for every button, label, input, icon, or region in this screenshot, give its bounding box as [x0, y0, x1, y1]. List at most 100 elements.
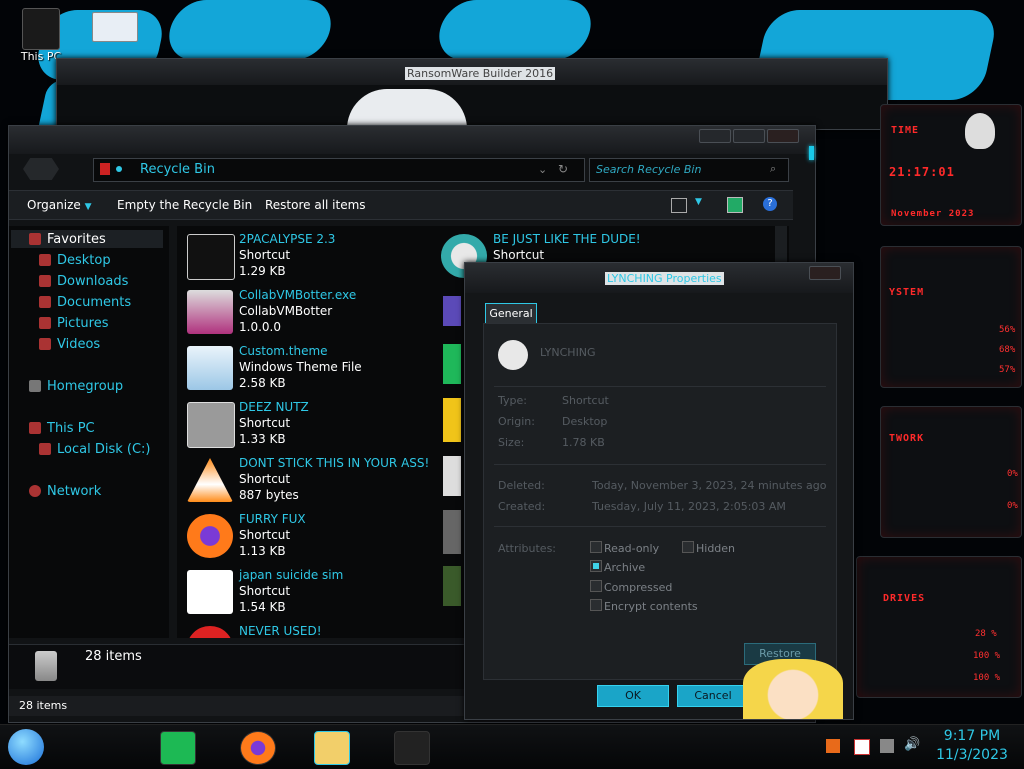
- start-button[interactable]: [8, 729, 44, 765]
- taskbar-explorer-icon[interactable]: [314, 731, 350, 765]
- window-titlebar[interactable]: RansomWare Builder 2016: [57, 59, 887, 85]
- item-type: CollabVMBotter: [239, 304, 333, 318]
- nav-desktop[interactable]: Desktop: [39, 253, 111, 268]
- desktop-icon-this-pc[interactable]: This PC: [6, 8, 76, 63]
- chevron-down-icon[interactable]: ▼: [695, 197, 702, 207]
- refresh-icon[interactable]: ↻: [558, 162, 568, 176]
- address-bar[interactable]: Recycle Bin ⌄ ↻: [93, 158, 585, 182]
- item-name: Custom.theme: [239, 344, 328, 358]
- theme-icon: [187, 346, 233, 390]
- breadcrumb-dot-icon: [116, 166, 122, 172]
- ok-button[interactable]: OK: [597, 685, 669, 707]
- search-icon[interactable]: ⌕: [770, 162, 776, 176]
- list-item[interactable]: CollabVMBotter.exe CollabVMBotter 1.0.0.…: [187, 286, 437, 338]
- pictures-icon: [39, 317, 51, 329]
- partial-icon: [443, 510, 461, 554]
- organize-button[interactable]: Organize ▼: [27, 198, 92, 212]
- nav-videos[interactable]: Videos: [39, 337, 100, 352]
- nav-this-pc[interactable]: This PC: [29, 421, 95, 436]
- nav-local-disk[interactable]: Local Disk (C:): [39, 442, 150, 457]
- clock-time[interactable]: 9:17 PM: [930, 728, 1014, 744]
- close-button[interactable]: [767, 129, 799, 143]
- item-name: japan suicide sim: [239, 568, 344, 582]
- search-box[interactable]: Search Recycle Bin ⌕: [589, 158, 789, 182]
- list-item[interactable]: NEVER USED!: [187, 622, 437, 638]
- maximize-button[interactable]: [733, 129, 765, 143]
- minimize-button[interactable]: [699, 129, 731, 143]
- documents-icon: [39, 296, 51, 308]
- partial-icon: [443, 566, 461, 606]
- star-icon: [29, 233, 41, 245]
- clock-date[interactable]: 11/3/2023: [930, 747, 1014, 763]
- taskbar-app-icon[interactable]: [394, 731, 430, 765]
- nav-downloads[interactable]: Downloads: [39, 274, 128, 289]
- time-label: TIME: [891, 125, 920, 136]
- network-icon: [29, 485, 41, 497]
- ransomware-builder-window[interactable]: RansomWare Builder 2016: [56, 58, 888, 130]
- list-item[interactable]: japan suicide sim Shortcut 1.54 KB: [187, 566, 437, 618]
- action-center-icon[interactable]: [854, 739, 870, 755]
- nav-favorites[interactable]: Favorites: [29, 232, 106, 247]
- type-label: Type:: [498, 394, 527, 407]
- dialog-titlebar[interactable]: LYNCHING Properties: [465, 263, 853, 293]
- nav-homegroup[interactable]: Homegroup: [29, 379, 123, 394]
- drive-2-value: 100 %: [973, 651, 1001, 661]
- nav-documents[interactable]: Documents: [39, 295, 131, 310]
- view-options-icon[interactable]: [671, 198, 687, 213]
- window-title: RansomWare Builder 2016: [405, 67, 556, 80]
- list-item[interactable]: Custom.theme Windows Theme File 2.58 KB: [187, 342, 437, 394]
- properties-dialog[interactable]: LYNCHING Properties General LYNCHING Typ…: [464, 262, 854, 720]
- date-value: November 2023: [891, 209, 975, 219]
- time-value: 21:17:01: [889, 165, 955, 179]
- list-item[interactable]: DONT STICK THIS IN YOUR ASS! Shortcut 88…: [187, 454, 437, 506]
- mem-value: 68%: [999, 345, 1016, 355]
- restore-all-button[interactable]: Restore all items: [265, 198, 366, 212]
- network-tray-icon[interactable]: [880, 739, 894, 753]
- desktop-icon-shortcut[interactable]: [80, 12, 150, 42]
- videos-icon: [39, 338, 51, 350]
- encrypt-checkbox[interactable]: [590, 599, 602, 611]
- chevron-down-icon[interactable]: ⌄: [538, 163, 547, 176]
- window-titlebar[interactable]: [9, 126, 815, 154]
- hidden-checkbox[interactable]: [682, 541, 694, 553]
- readonly-checkbox[interactable]: [590, 541, 602, 553]
- app-icon: [187, 290, 233, 334]
- tray-app-icon[interactable]: [826, 739, 840, 753]
- archive-checkbox[interactable]: [590, 560, 602, 572]
- help-icon[interactable]: ?: [763, 197, 777, 211]
- list-item[interactable]: FURRY FUX Shortcut 1.13 KB: [187, 510, 437, 562]
- item-name: NEVER USED!: [239, 624, 322, 638]
- divider: [494, 386, 826, 387]
- tab-general[interactable]: General: [485, 303, 537, 325]
- file-icon: [498, 340, 528, 370]
- item-size: 1.13 KB: [239, 544, 286, 558]
- taskbar-app-spotify-icon[interactable]: [160, 731, 196, 765]
- item-type: Windows Theme File: [239, 360, 362, 374]
- item-size: 1.29 KB: [239, 264, 286, 278]
- nav-pictures[interactable]: Pictures: [39, 316, 108, 331]
- compressed-checkbox[interactable]: [590, 580, 602, 592]
- network-panel: TWORK 0% 0%: [880, 406, 1022, 538]
- shortcut-icon: [187, 570, 233, 614]
- list-item[interactable]: 2PACALYPSE 2.3 Shortcut 1.29 KB: [187, 230, 437, 282]
- moon-image: [347, 89, 467, 129]
- close-button[interactable]: [809, 266, 841, 280]
- item-type: Shortcut: [493, 248, 545, 262]
- downloads-icon: [39, 275, 51, 287]
- nav-network[interactable]: Network: [29, 484, 101, 499]
- item-type: Shortcut: [239, 584, 291, 598]
- recycle-bin-icon: [35, 651, 57, 681]
- origin-label: Origin:: [498, 415, 535, 428]
- list-item[interactable]: DEEZ NUTZ Shortcut 1.33 KB: [187, 398, 437, 450]
- cancel-button[interactable]: Cancel: [677, 685, 749, 707]
- empty-recycle-bin-button[interactable]: Empty the Recycle Bin: [117, 198, 252, 212]
- compressed-label: Compressed: [604, 581, 673, 594]
- preview-pane-icon[interactable]: [727, 197, 743, 213]
- item-type: Shortcut: [239, 528, 291, 542]
- attributes-label: Attributes:: [498, 542, 557, 555]
- status-count: 28 items: [19, 699, 68, 712]
- computer-icon: [29, 422, 41, 434]
- taskbar-firefox-icon[interactable]: [240, 731, 276, 765]
- back-forward-button[interactable]: [23, 158, 59, 180]
- volume-icon[interactable]: 🔊: [904, 737, 920, 752]
